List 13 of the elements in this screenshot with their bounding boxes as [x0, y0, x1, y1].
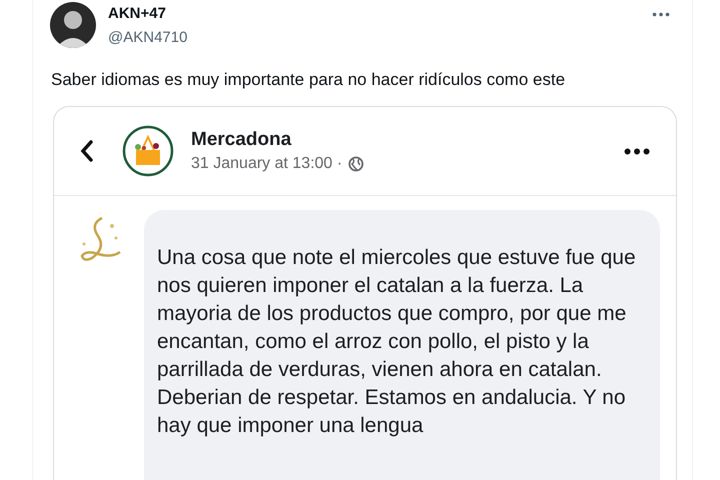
- page-name: Mercadona: [191, 128, 292, 152]
- basket-logo-icon: [122, 125, 174, 177]
- comment-text: Una cosa que note el miercoles que estuve fue que nos quieren imponer el catalan a la fuerza. La mayoria de los productos que compro, por que me encantan, como el arroz con pollo, el pisto y la parrillada de verduras, vienen ahora en catalan. Deberian de respetar. Estamos en andalucia. Y no hay que imponer una lengua: [157, 245, 637, 439]
- back-icon: [80, 139, 94, 163]
- handle[interactable]: @AKN4710: [108, 28, 188, 48]
- avatar-icon[interactable]: [50, 2, 96, 48]
- tweet-text: Saber idiomas es muy importante para no hacer ridículos como este: [51, 69, 566, 91]
- more-icon: [624, 148, 650, 154]
- more-icon[interactable]: [652, 12, 670, 17]
- globe-icon: [348, 156, 364, 172]
- post-timestamp: 31 January at 13:00 ·: [191, 154, 342, 174]
- embedded-image[interactable]: [53, 106, 677, 480]
- display-name[interactable]: AKN+47: [108, 4, 188, 24]
